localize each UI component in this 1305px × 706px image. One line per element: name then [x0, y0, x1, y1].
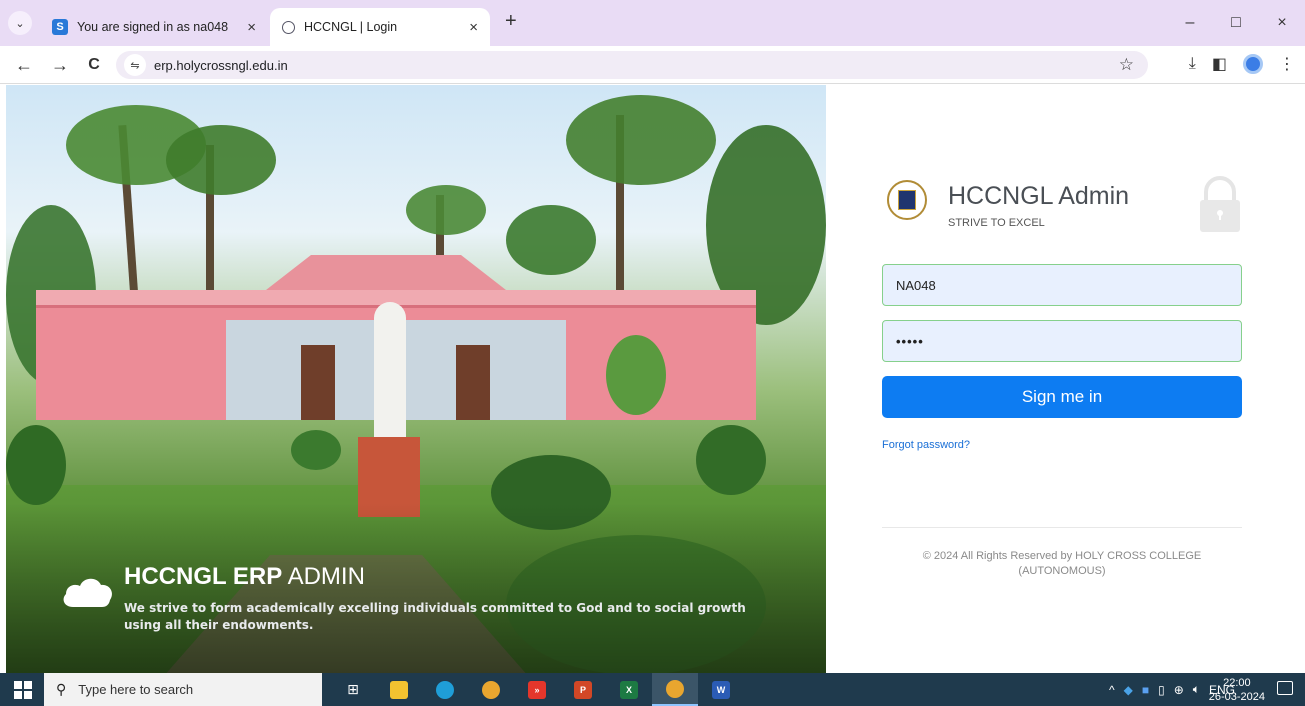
- divider: [882, 527, 1242, 528]
- close-window-button[interactable]: ×: [1259, 14, 1305, 32]
- browser-toolbar: ← → C ⇋ erp.holycrossngl.edu.in ☆ ⤓ ◧ ⋮: [0, 46, 1305, 84]
- tab-search-button[interactable]: ⌄: [8, 11, 32, 35]
- shield-icon[interactable]: ◆: [1124, 683, 1133, 697]
- download-icon[interactable]: ⤓: [1189, 55, 1196, 73]
- taskbar-search-placeholder: Type here to search: [78, 682, 194, 697]
- tab-title: HCCNGL | Login: [304, 20, 398, 34]
- close-icon[interactable]: ×: [247, 19, 256, 36]
- powerpoint-icon[interactable]: P: [560, 673, 606, 706]
- clock-time: 22:00: [1223, 677, 1251, 689]
- forgot-password-link[interactable]: Forgot password?: [882, 439, 970, 451]
- volume-icon[interactable]: 🔈︎: [1193, 682, 1200, 697]
- chrome-icon[interactable]: [468, 673, 514, 706]
- address-bar[interactable]: ⇋ erp.holycrossngl.edu.in ☆: [116, 51, 1148, 79]
- network-icon[interactable]: ⊕: [1174, 683, 1184, 697]
- brand-tagline: STRIVE TO EXCEL: [948, 217, 1045, 229]
- globe-icon: [282, 20, 295, 34]
- brand-title: HCCNGL Admin: [948, 182, 1130, 210]
- notification-icon[interactable]: [1277, 681, 1293, 695]
- side-panel-icon[interactable]: ◧: [1212, 54, 1227, 74]
- campus-hero-image: HCCNGL ERP ADMIN We strive to form acade…: [6, 85, 826, 673]
- battery-icon[interactable]: ▯: [1158, 683, 1165, 697]
- word-icon[interactable]: W: [698, 673, 744, 706]
- taskbar-apps: ⊞ » P X W: [330, 673, 744, 706]
- cloud-icon: [63, 578, 112, 607]
- windows-start-icon[interactable]: [14, 681, 32, 699]
- forward-button[interactable]: →: [48, 53, 72, 77]
- close-icon[interactable]: ×: [469, 19, 478, 36]
- taskbar-search[interactable]: ⚲ Type here to search: [44, 673, 322, 706]
- chrome-active-icon[interactable]: [652, 673, 698, 706]
- college-logo: [887, 180, 927, 220]
- chevron-up-icon[interactable]: ^: [1109, 683, 1115, 697]
- copyright-text: © 2024 All Rights Reserved by HOLY CROSS…: [922, 550, 1202, 577]
- tab-title: You are signed in as na048: [77, 20, 229, 34]
- lock-icon: [1200, 176, 1240, 232]
- site-info-icon[interactable]: ⇋: [124, 54, 146, 76]
- bookmark-star-icon[interactable]: ☆: [1119, 55, 1134, 75]
- anydesk-icon[interactable]: »: [514, 673, 560, 706]
- file-explorer-icon[interactable]: [376, 673, 422, 706]
- clock[interactable]: 22:00 26-03-2024: [1209, 676, 1265, 704]
- menu-kebab-icon[interactable]: ⋮: [1279, 54, 1295, 74]
- profile-avatar-icon[interactable]: [1243, 54, 1263, 74]
- window-controls: – □ ×: [1167, 0, 1305, 46]
- search-icon: ⚲: [56, 681, 67, 697]
- username-field[interactable]: NA048: [882, 264, 1242, 306]
- new-tab-button[interactable]: +: [505, 10, 517, 33]
- hero-title-light: ADMIN: [282, 563, 365, 590]
- edge-icon[interactable]: [422, 673, 468, 706]
- excel-icon[interactable]: X: [606, 673, 652, 706]
- minimize-button[interactable]: –: [1167, 14, 1213, 32]
- back-button[interactable]: ←: [12, 53, 36, 77]
- windows-taskbar: ⚲ Type here to search ⊞ » P X W ^ ◆ ■ ▯ …: [0, 673, 1305, 706]
- hero-title-bold: HCCNGL ERP: [124, 563, 283, 590]
- hero-title: HCCNGL ERP ADMIN: [124, 563, 365, 591]
- reload-button[interactable]: C: [82, 53, 106, 77]
- sign-in-button[interactable]: Sign me in: [882, 376, 1242, 418]
- toolbar-icons: ⤓ ◧ ⋮: [1189, 54, 1295, 74]
- statue: [374, 302, 406, 442]
- tab-strip: ⌄ S You are signed in as na048 × HCCNGL …: [0, 0, 1305, 46]
- s-icon: S: [52, 19, 68, 35]
- maximize-button[interactable]: □: [1213, 14, 1259, 32]
- task-view-icon[interactable]: ⊞: [330, 673, 376, 706]
- password-field[interactable]: •••••: [882, 320, 1242, 362]
- tab-login[interactable]: HCCNGL | Login ×: [270, 8, 490, 46]
- hero-subtitle: We strive to form academically excelling…: [124, 601, 746, 632]
- url-text: erp.holycrossngl.edu.in: [154, 57, 288, 73]
- clock-date: 26-03-2024: [1208, 691, 1265, 703]
- s-tray-icon[interactable]: ■: [1142, 683, 1149, 697]
- tab-signed-in[interactable]: S You are signed in as na048 ×: [40, 8, 268, 46]
